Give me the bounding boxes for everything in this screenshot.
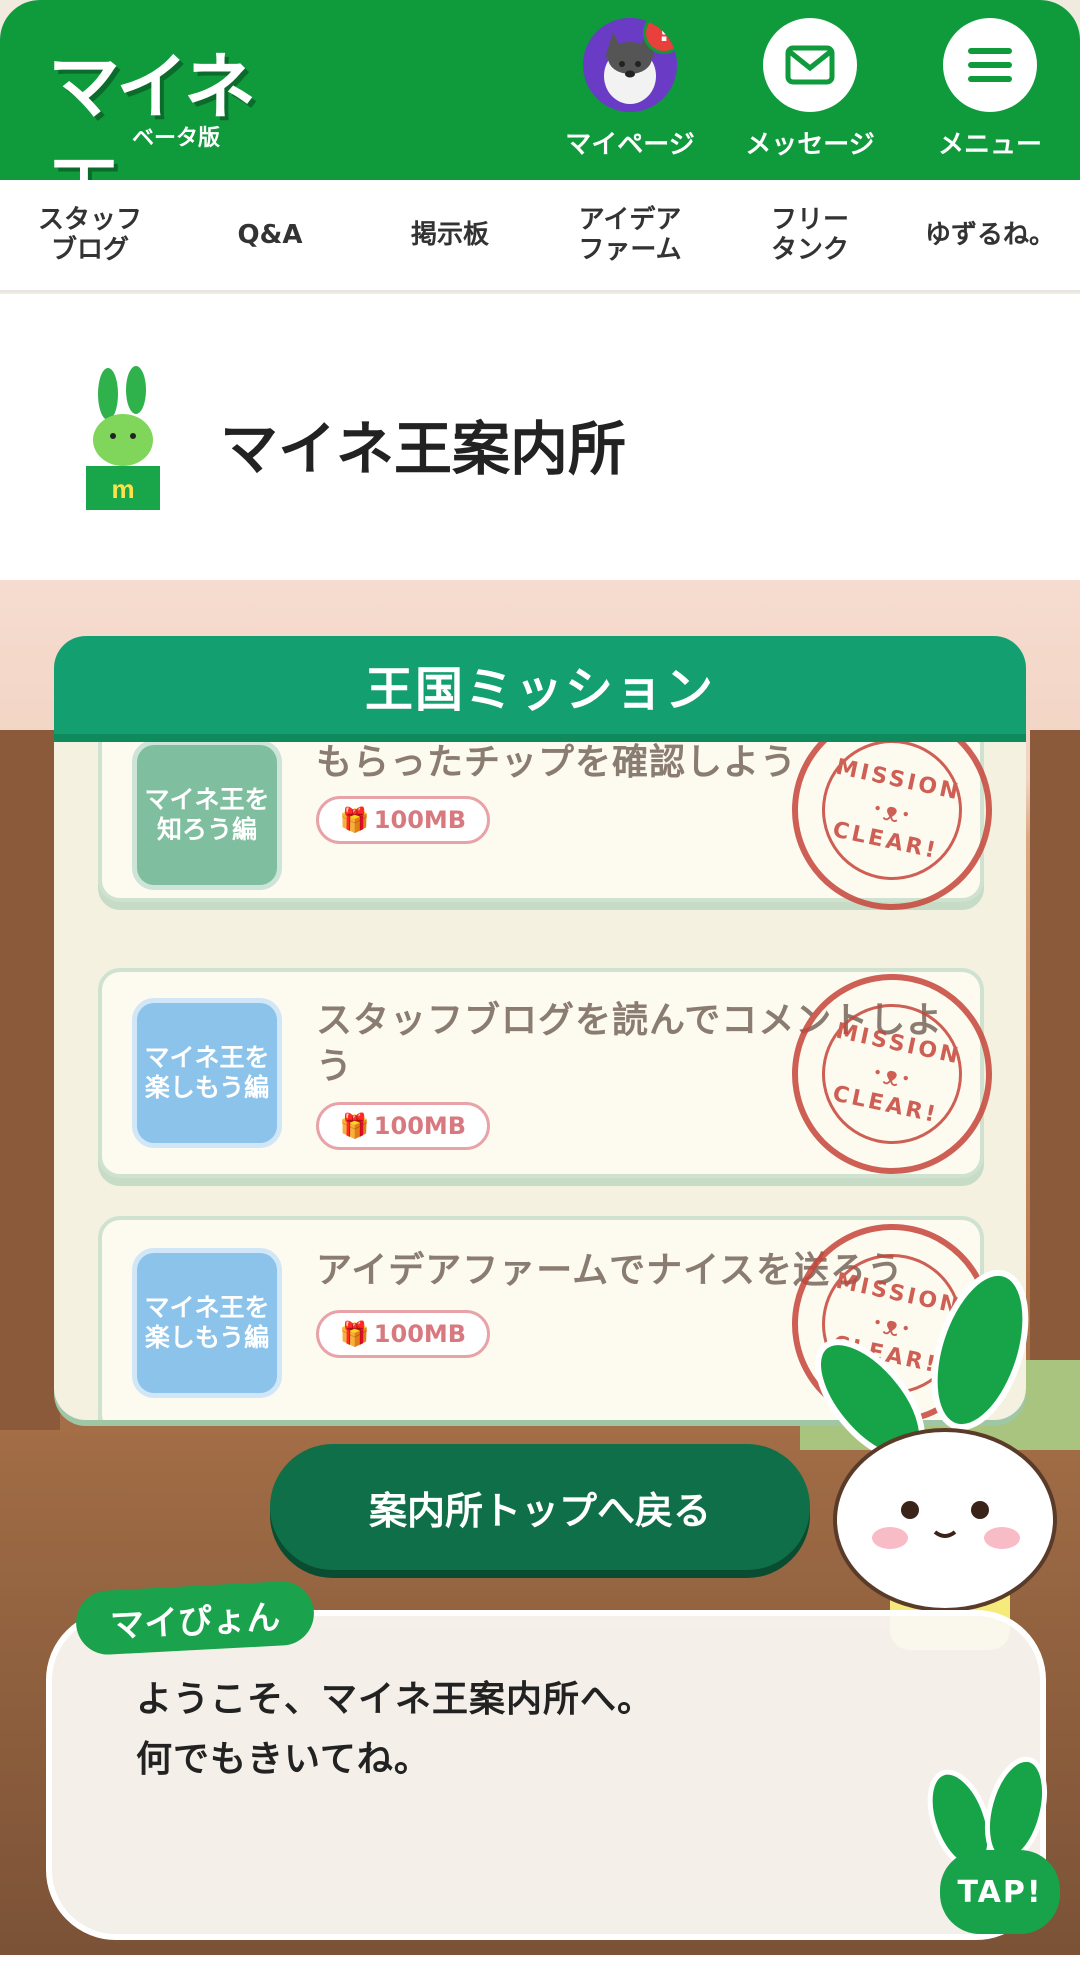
menu-button[interactable]: メニュー xyxy=(910,18,1070,168)
reward-amount: 100MB xyxy=(373,1112,467,1140)
nav-idea-farm[interactable]: アイデア ファーム xyxy=(540,180,720,290)
avatar: ! xyxy=(583,18,677,112)
menu-label: メニュー xyxy=(937,130,1042,160)
mission-item[interactable]: マイネ王を 楽しもう編 スタッフブログを読んでコメントしよう 🎁 100MB M… xyxy=(98,955,1011,1193)
site-logo[interactable]: マイネ王 ベータ版 xyxy=(48,28,308,234)
speaker-name-tag: マイぴょん xyxy=(74,1579,316,1657)
svg-text:m: m xyxy=(111,474,134,504)
mail-icon xyxy=(763,18,857,112)
mission-clear-stamp: MISSION ･ᴥ･ CLEAR! xyxy=(773,742,1011,929)
app-header: マイネ王 ベータ版 ! マイページ メッセージ xyxy=(0,0,1080,234)
dialog-text: ようこそ、マイネ王案内所へ。 何でもきいてね。 xyxy=(136,1670,654,1790)
bottom-bar xyxy=(0,1955,1080,1977)
title-card: m マイネ王案内所 xyxy=(0,294,1080,580)
message-label: メッセージ xyxy=(745,130,875,160)
mission-category-badge: マイネ王を 楽しもう編 xyxy=(132,998,282,1148)
mission-clear-stamp: MISSION ･ᴥ･ CLEAR! xyxy=(773,955,1011,1193)
gift-icon: 🎁 xyxy=(339,1112,370,1140)
mission-header: 王国ミッション xyxy=(54,636,1026,742)
mission-reward: 🎁 100MB xyxy=(316,796,490,844)
bookshelf-left xyxy=(0,730,60,1430)
mypyon-character[interactable] xyxy=(810,1270,1070,1650)
hamburger-icon xyxy=(943,18,1037,112)
mission-reward: 🎁 100MB xyxy=(316,1310,490,1358)
sub-navigation: スタッフ ブログ Q&A 掲示板 アイデア ファーム フリー タンク ゆずるね。 xyxy=(0,180,1080,292)
reward-amount: 100MB xyxy=(373,1320,467,1348)
nav-staff-blog[interactable]: スタッフ ブログ xyxy=(0,180,180,290)
nav-free-tank[interactable]: フリー タンク xyxy=(720,180,900,290)
mascot-icon: m xyxy=(86,366,160,510)
mission-category-badge: マイネ王を 楽しもう編 xyxy=(132,1248,282,1398)
mission-item[interactable]: マイネ王を 知ろう編 もらったチップを確認しよう 🎁 100MB MISSION… xyxy=(98,742,1011,929)
gift-icon: 🎁 xyxy=(339,1320,370,1348)
dialog-line-2: 何でもきいてね。 xyxy=(136,1739,431,1780)
reward-amount: 100MB xyxy=(373,806,467,834)
nav-yuzurune[interactable]: ゆずるね。 xyxy=(900,180,1080,290)
mission-category-badge: マイネ王を 知ろう編 xyxy=(132,742,282,890)
page-title: マイネ王案内所 xyxy=(220,415,627,483)
message-button[interactable]: メッセージ xyxy=(730,18,890,168)
nav-bulletin-board[interactable]: 掲示板 xyxy=(360,180,540,290)
nav-qa[interactable]: Q&A xyxy=(180,180,360,290)
logo-beta-label: ベータ版 xyxy=(132,126,221,151)
mypage-button[interactable]: ! マイページ xyxy=(550,18,710,168)
mission-reward: 🎁 100MB xyxy=(316,1102,490,1150)
gift-icon: 🎁 xyxy=(339,806,370,834)
tap-button[interactable]: TAP! xyxy=(940,1850,1060,1934)
mypage-label: マイページ xyxy=(565,130,695,160)
dialog-line-1: ようこそ、マイネ王案内所へ。 xyxy=(136,1679,655,1720)
back-to-top-button[interactable]: 案内所トップへ戻る xyxy=(270,1444,810,1570)
